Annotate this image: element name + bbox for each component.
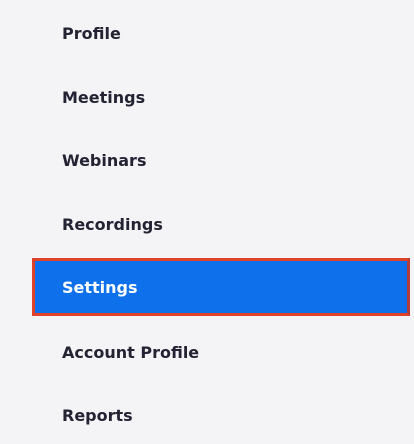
sidebar-item-settings[interactable]: Settings — [32, 258, 410, 316]
sidebar-item-recordings[interactable]: Recordings — [32, 195, 410, 253]
sidebar-item-meetings[interactable]: Meetings — [32, 68, 410, 126]
sidebar-item-account-profile[interactable]: Account Profile — [32, 323, 410, 381]
sidebar-item-webinars[interactable]: Webinars — [32, 131, 410, 189]
sidebar-item-label: Settings — [62, 277, 138, 297]
sidebar-item-label: Account Profile — [62, 342, 200, 362]
sidebar-item-label: Recordings — [62, 214, 163, 234]
sidebar-item-label: Reports — [62, 405, 133, 425]
sidebar-item-label: Meetings — [62, 87, 146, 107]
sidebar-item-label: Webinars — [62, 150, 147, 170]
sidebar-item-profile[interactable]: Profile — [32, 4, 410, 62]
sidebar-item-reports[interactable]: Reports — [32, 386, 410, 444]
sidebar-item-label: Profile — [62, 23, 121, 43]
sidebar-nav: Profile Meetings Webinars Recordings Set… — [0, 0, 414, 443]
